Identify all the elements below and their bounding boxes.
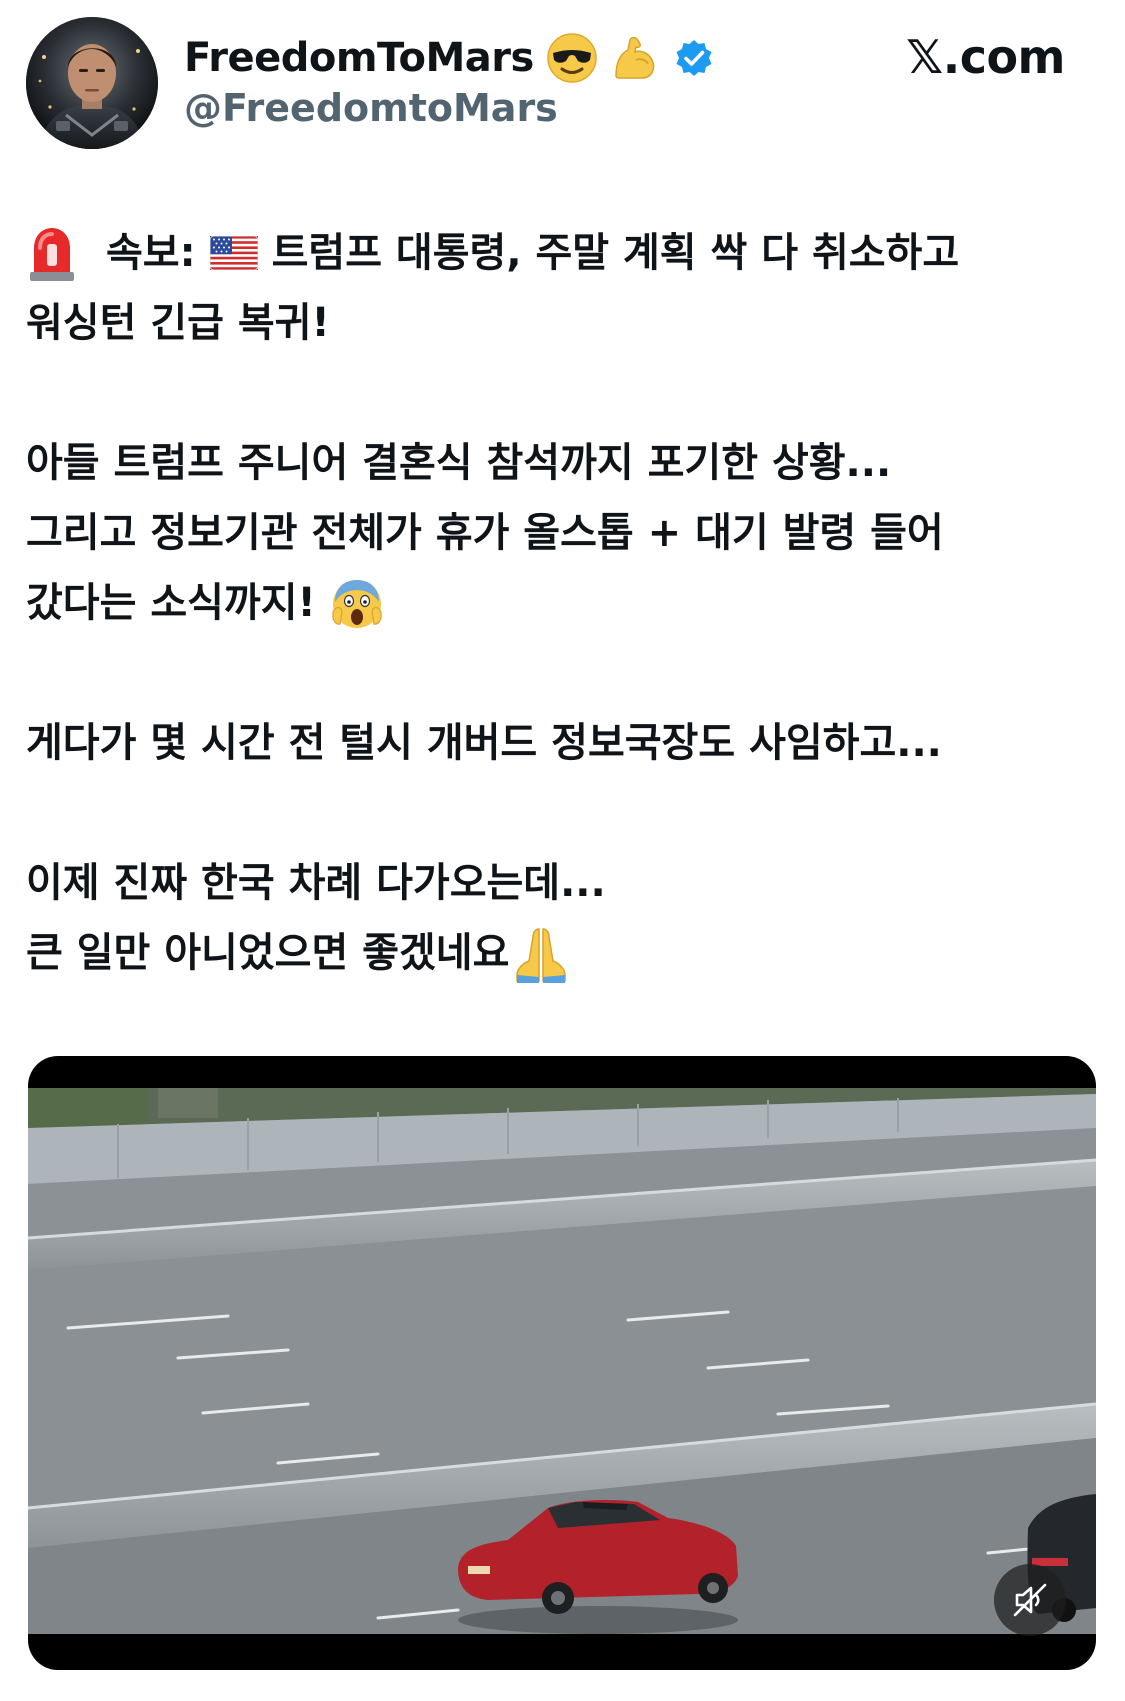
us-flag-emoji-icon xyxy=(209,236,258,270)
tweet-line-3-text: 아들 트럼프 주니어 결혼식 참석까지 포기한 상황... xyxy=(26,440,892,486)
video-media-card[interactable] xyxy=(28,1056,1096,1670)
tweet-line-2: 워싱턴 긴급 복귀! xyxy=(26,288,1101,358)
avatar[interactable] xyxy=(26,17,158,149)
tweet-line-6: 게다가 몇 시간 전 털시 개버드 정보국장도 사임하고... xyxy=(26,708,1101,778)
tweet-line-1-text: 트럼프 대통령, 주말 계획 싹 다 취소하고 xyxy=(271,230,960,276)
verified-badge-icon[interactable] xyxy=(674,38,714,78)
tweet-line-8: 큰 일만 아니었으면 좋겠네요 xyxy=(26,918,1101,988)
display-name-row: FreedomToMars xyxy=(184,30,714,86)
tweet-line-4-text: 그리고 정보기관 전체가 휴가 올스톱 + 대기 발령 들어 xyxy=(26,510,944,556)
tweet-line-8-text: 큰 일만 아니었으면 좋겠네요 xyxy=(26,930,510,976)
siren-emoji-icon xyxy=(26,224,78,282)
tweet-line-1: 속보: 트럼프 대통령, 주말 계획 싹 다 취소하고 xyxy=(26,218,1101,288)
tweet-line-4: 그리고 정보기관 전체가 휴가 올스톱 + 대기 발령 들어 xyxy=(26,498,1101,568)
display-name[interactable]: FreedomToMars xyxy=(184,35,534,81)
tweet-line-3: 아들 트럼프 주니어 결혼식 참석까지 포기한 상황... xyxy=(26,428,1101,498)
tweet-line-2-text: 워싱턴 긴급 복귀! xyxy=(26,300,330,346)
screaming-face-emoji-icon xyxy=(330,576,384,630)
highway-video-thumbnail-icon[interactable] xyxy=(28,1088,1096,1634)
tweet-line-7: 이제 진짜 한국 차례 다가오는데... xyxy=(26,848,1101,918)
mute-toggle-button[interactable] xyxy=(994,1564,1066,1636)
tweet-text: 속보: 트럼프 대통령, 주말 계획 싹 다 취소하고 워싱턴 긴급 복귀! 아… xyxy=(26,218,1101,988)
tweet-line-7-text: 이제 진짜 한국 차례 다가오는데... xyxy=(26,860,606,906)
sunglasses-emoji-icon xyxy=(546,32,598,84)
muted-speaker-icon xyxy=(1013,1583,1047,1617)
tweet-line-6-text: 게다가 몇 시간 전 털시 개버드 정보국장도 사임하고... xyxy=(26,720,942,766)
user-handle[interactable]: @FreedomtoMars xyxy=(184,86,558,130)
flexed-biceps-emoji-icon xyxy=(610,32,662,84)
tweet-line-1-prefix: 속보: xyxy=(106,230,196,276)
site-label: 𝕏.com xyxy=(906,30,1065,84)
tweet-line-5: 갔다는 소식까지! xyxy=(26,568,1101,638)
tweet-line-5-text: 갔다는 소식까지! xyxy=(26,580,316,626)
avatar-portrait-image xyxy=(26,17,158,149)
folded-hands-emoji-icon xyxy=(509,923,573,983)
